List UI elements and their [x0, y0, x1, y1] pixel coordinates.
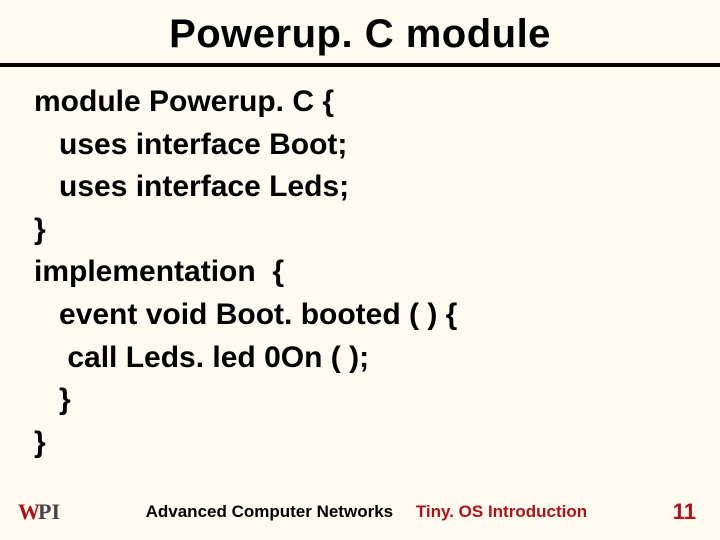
footer-center: Advanced Computer Networks Tiny. OS Intr…: [60, 502, 673, 522]
code-block: module Powerup. C { uses interface Boot;…: [0, 67, 720, 464]
wpi-logo: W PI: [18, 501, 60, 523]
footer-course-name: Advanced Computer Networks: [146, 502, 394, 521]
slide-title: Powerup. C module: [0, 12, 720, 57]
code-line: }: [34, 209, 692, 252]
code-line: module Powerup. C {: [34, 81, 692, 124]
code-line: uses interface Leds;: [34, 166, 692, 209]
slide: Powerup. C module module Powerup. C { us…: [0, 0, 720, 540]
code-line: event void Boot. booted ( ) {: [34, 294, 692, 337]
code-line: }: [34, 422, 692, 465]
logo-letter-w: W: [18, 501, 39, 523]
footer: W PI Advanced Computer Networks Tiny. OS…: [0, 494, 720, 530]
footer-topic: Tiny. OS Introduction: [416, 502, 587, 521]
code-line: implementation {: [34, 251, 692, 294]
title-bar: Powerup. C module: [0, 0, 720, 67]
logo-letters-pi: PI: [38, 501, 60, 523]
page-number: 11: [673, 499, 696, 525]
code-line: uses interface Boot;: [34, 124, 692, 167]
code-line: call Leds. led 0On ( );: [34, 337, 692, 380]
code-line: }: [34, 379, 692, 422]
